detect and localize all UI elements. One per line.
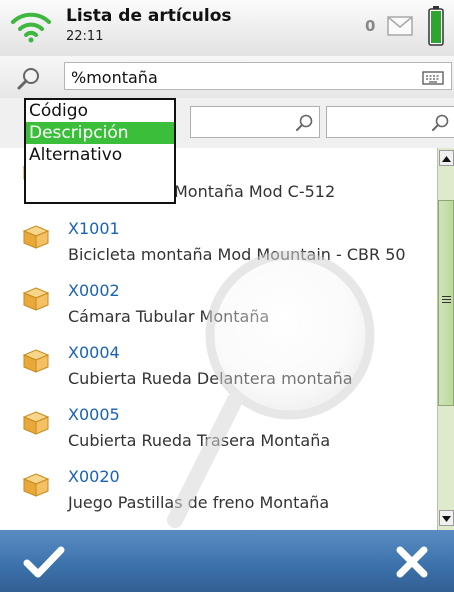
bottom-action-bar [0,530,454,592]
scroll-thumb[interactable] [438,200,454,406]
package-box-icon [22,411,50,435]
wifi-signal-icon [11,12,51,43]
item-code: X0020 [68,467,120,486]
list-item[interactable]: X1001 Bicicleta montaña Mod Mountain - C… [0,214,437,276]
article-list: Montaña Mod C-512 X1001 Bicicleta montañ… [0,148,437,530]
checkmark-icon[interactable] [22,544,66,580]
item-code: X1001 [68,219,120,238]
grip-icon [442,299,451,300]
dropdown-option-alternativo[interactable]: Alternativo [26,144,174,166]
item-code: X0005 [68,405,120,424]
search-icon[interactable] [431,113,451,133]
list-scrollbar[interactable] [437,148,454,530]
close-icon[interactable] [394,544,430,580]
package-box-icon [22,225,50,249]
battery-icon [428,6,444,46]
filter-field-1[interactable] [190,106,320,138]
filter-field-dropdown[interactable]: Código Descripción Alternativo [24,98,176,204]
dropdown-option-descripcion[interactable]: Descripción [26,122,174,144]
search-bar [0,56,454,98]
scroll-down-button[interactable] [439,510,454,526]
search-input[interactable] [64,62,452,90]
search-icon[interactable] [16,65,42,91]
search-icon[interactable] [295,113,315,133]
keyboard-icon[interactable] [422,69,444,87]
item-description: Montaña Mod C-512 [174,182,336,201]
scroll-up-button[interactable] [439,150,454,166]
title-bar: Lista de artículos 22:11 0 [0,0,454,57]
message-count: 0 [365,17,376,35]
package-box-icon [22,349,50,373]
clock-time: 22:11 [66,29,104,44]
package-box-icon [22,287,50,311]
arrow-down-icon [442,516,451,522]
item-code: X0004 [68,343,120,362]
item-description: Juego Pastillas de freno Montaña [68,493,330,512]
package-box-icon [22,473,50,497]
arrow-up-icon [442,156,451,162]
mail-icon[interactable] [387,16,413,36]
list-item[interactable]: X0002 Cámara Tubular Montaña [0,276,437,338]
list-item[interactable]: X0020 Juego Pastillas de freno Montaña [0,462,437,524]
filter-field-2[interactable] [326,106,454,138]
list-item[interactable]: X0005 Cubierta Rueda Trasera Montaña [0,400,437,462]
item-description: Bicicleta montaña Mod Mountain - CBR 50 [68,245,406,264]
item-description: Cubierta Rueda Delantera montaña [68,369,353,388]
dropdown-option-codigo[interactable]: Código [26,100,174,122]
item-description: Cubierta Rueda Trasera Montaña [68,431,331,450]
item-code: X0002 [68,281,120,300]
list-item[interactable]: X0004 Cubierta Rueda Delantera montaña [0,338,437,400]
item-description: Cámara Tubular Montaña [68,307,270,326]
page-title: Lista de artículos [66,6,232,26]
